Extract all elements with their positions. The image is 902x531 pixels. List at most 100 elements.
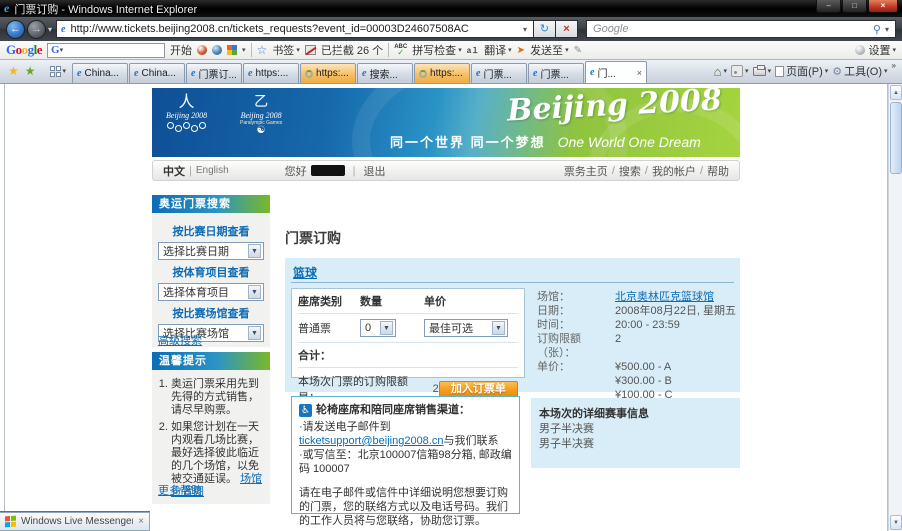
- chevron-down-icon[interactable]: ▼: [492, 321, 505, 335]
- date-select[interactable]: 选择比赛日期 ▼: [158, 242, 264, 260]
- scrollbar-thumb[interactable]: [890, 102, 902, 174]
- tab-china-1[interactable]: eChina...: [72, 63, 128, 83]
- tab-https-1[interactable]: ehttps:...: [243, 63, 299, 83]
- favorites-star-icon[interactable]: ★: [8, 64, 19, 78]
- sport-select[interactable]: 选择体育项目 ▼: [158, 283, 264, 301]
- nav-my-account[interactable]: 我的帐户: [652, 163, 696, 179]
- translate-button[interactable]: 翻译▾: [484, 42, 512, 58]
- quick-tabs-button[interactable]: ▾: [40, 59, 73, 83]
- bookmark-star-icon[interactable]: ☆: [257, 43, 268, 57]
- nav-search[interactable]: 搜索: [619, 163, 641, 179]
- ie-icon: e: [248, 68, 252, 79]
- venue-link[interactable]: 北京奥林匹克篮球馆: [615, 290, 714, 304]
- search-box[interactable]: Google ⚲ ▾: [586, 20, 896, 38]
- scroll-down-icon[interactable]: ▼: [890, 515, 902, 530]
- chevron-down-icon[interactable]: ▼: [380, 321, 393, 335]
- tab-https-loading-2[interactable]: https:...: [414, 63, 470, 83]
- olympic-games-logo: 人 Beijing 2008: [166, 95, 207, 132]
- history-dropdown-icon[interactable]: ▾: [48, 25, 52, 34]
- tab-tickets-3[interactable]: e门票...: [528, 63, 584, 83]
- rss-icon: [731, 65, 743, 77]
- tab-tickets-1[interactable]: e门票订...: [186, 63, 242, 83]
- loading-icon: [305, 70, 313, 78]
- close-button[interactable]: ×: [868, 0, 898, 13]
- refresh-button[interactable]: ↻: [534, 20, 556, 38]
- tab-close-icon[interactable]: ×: [637, 68, 642, 78]
- toolbar-overflow-icon[interactable]: »: [892, 61, 896, 70]
- page-icon: e: [61, 24, 65, 35]
- wheelchair-info-box: ♿ 轮椅座席和陪同座席销售渠道： ·请发送电子邮件到ticketsupport@…: [291, 396, 520, 514]
- print-button[interactable]: ▾: [753, 67, 772, 76]
- search-placeholder[interactable]: Google: [593, 23, 873, 35]
- lang-english[interactable]: English: [196, 165, 229, 176]
- bookmarks-button[interactable]: 书签▾: [272, 42, 300, 58]
- spellcheck-icon[interactable]: ABC✓: [394, 44, 407, 57]
- home-icon: ⌂: [714, 64, 722, 79]
- page-menu-button[interactable]: 页面(P)▾: [775, 63, 828, 79]
- ie-icon: e: [362, 68, 366, 79]
- spellcheck-button[interactable]: 拼写检查▾: [412, 42, 462, 58]
- price-label: 单价：: [537, 360, 615, 374]
- search-dropdown-icon[interactable]: ▾: [885, 25, 889, 34]
- ie-icon: e: [590, 67, 594, 78]
- chevron-down-icon[interactable]: ▼: [248, 285, 261, 299]
- add-to-order-button[interactable]: 加入订票单: [439, 381, 518, 397]
- gear-icon: ⚙: [832, 65, 842, 78]
- chevron-down-icon[interactable]: ▼: [248, 244, 261, 258]
- earth-icon[interactable]: [212, 45, 222, 55]
- tools-menu-button[interactable]: ⚙工具(O)▾: [832, 63, 887, 79]
- wheelchair-paragraph: 请在电子邮件或信件中详细说明您想要订购的门票，您的联络方式以及电话号码。我们的工…: [299, 486, 512, 528]
- paralympic-symbol-icon: ☯: [240, 126, 282, 136]
- apps-dropdown-icon[interactable]: ▾: [242, 46, 246, 54]
- nav-ticket-home[interactable]: 票务主页: [564, 163, 608, 179]
- apps-icon[interactable]: [227, 45, 237, 55]
- search-icon[interactable]: ⚲: [873, 23, 881, 36]
- price-option-select[interactable]: 最佳可选 ▼: [424, 319, 508, 337]
- quantity-select[interactable]: 0 ▼: [360, 319, 396, 337]
- lang-chinese[interactable]: 中文: [163, 163, 185, 179]
- sphere-icon[interactable]: [197, 45, 207, 55]
- back-button[interactable]: ←: [6, 20, 25, 39]
- advanced-search-link[interactable]: 高级搜索: [158, 332, 202, 348]
- settings-button[interactable]: 设置▾: [868, 42, 896, 58]
- support-email-link[interactable]: ticketsupport@beijing2008.cn: [299, 435, 443, 447]
- feeds-button[interactable]: ▾: [731, 65, 749, 77]
- home-button[interactable]: ⌂▾: [714, 64, 727, 79]
- chevron-down-icon[interactable]: ▼: [248, 326, 261, 340]
- vertical-scrollbar[interactable]: ▲ ▼: [888, 84, 902, 531]
- blocked-count[interactable]: 已拦截 26 个: [321, 42, 383, 58]
- tab-https-loading-1[interactable]: https:...: [300, 63, 356, 83]
- more-help-link[interactable]: 更多帮助: [158, 482, 202, 498]
- limit-label: 订购限额（张）：: [537, 332, 615, 360]
- url-dropdown-icon[interactable]: ▾: [521, 25, 529, 34]
- translate-icon[interactable]: a１: [467, 45, 479, 56]
- tab-tickets-active[interactable]: e门...×: [585, 61, 647, 83]
- url-field[interactable]: e http://www.tickets.beijing2008.cn/tick…: [56, 20, 534, 38]
- settings-icon[interactable]: [855, 45, 865, 55]
- sport-link[interactable]: 篮球: [293, 264, 317, 281]
- send-to-button[interactable]: 发送至▾: [530, 42, 569, 58]
- scroll-up-icon[interactable]: ▲: [890, 85, 902, 100]
- venue-label: 场馆：: [537, 290, 615, 304]
- stop-button[interactable]: ×: [556, 20, 578, 38]
- maximize-button[interactable]: □: [842, 0, 867, 13]
- google-search-input[interactable]: G ▾: [47, 43, 165, 58]
- tab-tickets-2[interactable]: e门票...: [471, 63, 527, 83]
- tab-search[interactable]: e搜索...: [357, 63, 413, 83]
- start-button[interactable]: 开始: [170, 42, 192, 58]
- url-text[interactable]: http://www.tickets.beijing2008.cn/ticket…: [70, 23, 521, 35]
- popup-blocked-icon[interactable]: [305, 45, 316, 55]
- logout-link[interactable]: 退出: [364, 163, 386, 179]
- sidebar-search-header: 奥运门票搜索: [152, 195, 270, 213]
- messenger-close-icon[interactable]: ×: [138, 516, 144, 527]
- tab-china-2[interactable]: eChina...: [129, 63, 185, 83]
- send-to-icon[interactable]: ➤: [517, 45, 525, 56]
- forward-button[interactable]: →: [27, 20, 46, 39]
- time-label: 时间：: [537, 318, 615, 332]
- autofill-pen-icon[interactable]: ✎: [574, 45, 582, 56]
- add-favorite-icon[interactable]: ★: [25, 64, 36, 78]
- minimize-button[interactable]: –: [816, 0, 841, 13]
- messenger-popup[interactable]: Windows Live Messenger ×: [0, 512, 150, 531]
- google-search-dropdown-icon[interactable]: ▾: [60, 46, 64, 54]
- nav-help[interactable]: 帮助: [707, 163, 729, 179]
